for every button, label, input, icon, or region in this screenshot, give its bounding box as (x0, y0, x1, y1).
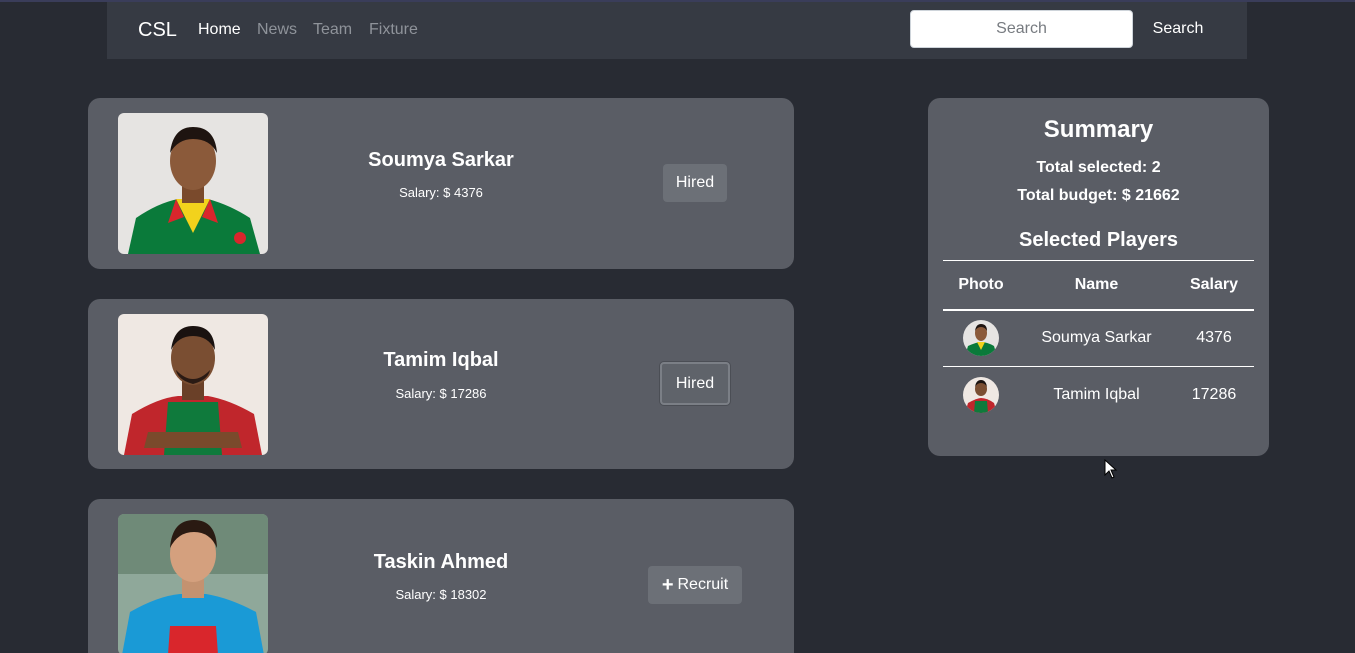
hired-button[interactable]: Hired (663, 164, 727, 202)
selected-players-table: Photo Name Salary Soumya Sarkar 4376 Tam… (943, 260, 1254, 424)
row-name: Tamim Iqbal (1053, 386, 1140, 404)
search-button[interactable]: Search (1138, 10, 1218, 48)
recruit-label: Recruit (677, 576, 729, 593)
player-card: Soumya Sarkar Salary: $ 4376 Hired (88, 98, 794, 269)
table-row: Tamim Iqbal 17286 (943, 367, 1254, 424)
player-name: Taskin Ahmed (373, 551, 509, 573)
player-photo (118, 113, 268, 254)
nav-news[interactable]: News (257, 21, 297, 39)
table-header-row: Photo Name Salary (943, 260, 1254, 311)
search-input[interactable] (910, 10, 1133, 48)
avatar (963, 377, 999, 414)
nav-fixture[interactable]: Fixture (369, 21, 418, 39)
row-salary: 17286 (1191, 386, 1237, 404)
nav-home[interactable]: Home (198, 21, 241, 39)
player-name: Soumya Sarkar (368, 149, 514, 171)
hired-button[interactable]: Hired (660, 362, 730, 405)
row-name: Soumya Sarkar (1019, 309, 1174, 367)
total-budget: Total budget: $ 21662 (1017, 187, 1180, 204)
navbar: CSL Home News Team Fixture Search (107, 2, 1247, 59)
row-photo-cell (943, 309, 1019, 367)
player-name: Tamim Iqbal (383, 349, 499, 371)
column-name: Name (1019, 260, 1174, 311)
player-card: Taskin Ahmed Salary: $ 18302 + Recruit (88, 499, 794, 653)
summary-panel: Summary Total selected: 2 Total budget: … (928, 98, 1269, 456)
total-selected: Total selected: 2 (1036, 159, 1161, 176)
player-salary: Salary: $ 17286 (395, 386, 487, 401)
player-photo (118, 314, 268, 455)
player-photo (118, 514, 268, 653)
row-photo-cell (943, 367, 1019, 424)
mouse-cursor-icon (1104, 459, 1118, 479)
nav-team[interactable]: Team (313, 21, 352, 39)
recruit-button[interactable]: + Recruit (648, 566, 742, 604)
player-card: Tamim Iqbal Salary: $ 17286 Hired (88, 299, 794, 469)
player-salary: Salary: $ 18302 (395, 587, 487, 602)
column-salary: Salary (1174, 260, 1254, 311)
brand-logo[interactable]: CSL (138, 19, 177, 42)
column-photo: Photo (943, 260, 1019, 311)
table-row: Soumya Sarkar 4376 (943, 309, 1254, 367)
avatar (963, 320, 999, 357)
row-salary: 4376 (1174, 309, 1254, 367)
selected-players-heading: Selected Players (1019, 229, 1178, 251)
player-salary: Salary: $ 4376 (399, 185, 483, 200)
summary-title: Summary (1043, 116, 1154, 143)
plus-icon: + (661, 574, 674, 596)
